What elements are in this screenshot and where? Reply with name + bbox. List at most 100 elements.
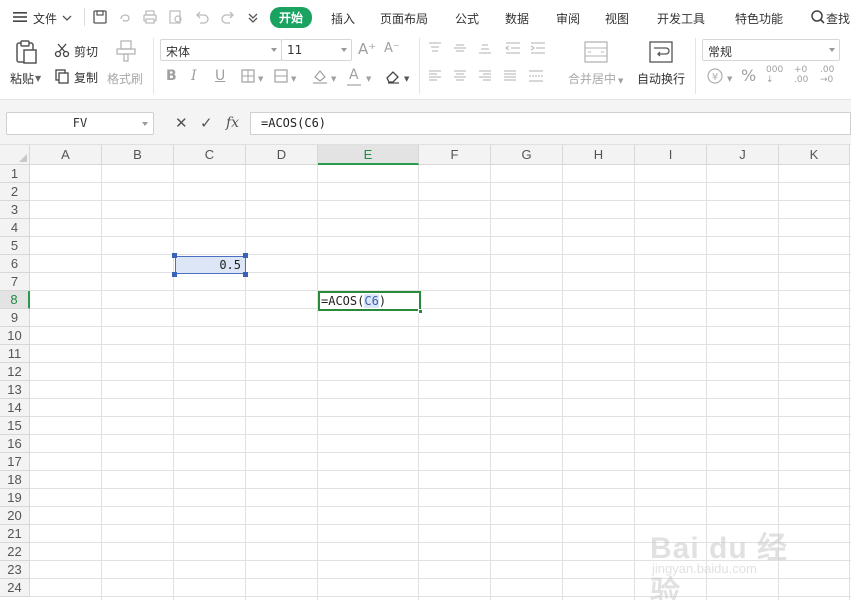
- chevron-down-icon[interactable]: ▼: [35, 71, 41, 87]
- column-header-k[interactable]: K: [779, 145, 850, 165]
- clear-format-icon[interactable]: [384, 68, 402, 84]
- row-header-18[interactable]: 18: [0, 471, 30, 489]
- range-resize-handle[interactable]: [243, 272, 248, 277]
- column-header-d[interactable]: D: [246, 145, 318, 165]
- font-size-select[interactable]: 11: [281, 39, 352, 61]
- search-label[interactable]: 查找: [826, 10, 850, 27]
- range-resize-handle[interactable]: [243, 253, 248, 258]
- chevron-down-icon[interactable]: ▼: [727, 71, 732, 87]
- font-color-icon[interactable]: A: [349, 67, 359, 83]
- wrap-text-icon[interactable]: [648, 40, 674, 64]
- merge-center-button[interactable]: 合并居中: [568, 70, 616, 87]
- column-header-a[interactable]: A: [30, 145, 102, 165]
- column-header-j[interactable]: J: [707, 145, 779, 165]
- row-header-7[interactable]: 7: [0, 273, 30, 291]
- align-bottom-icon[interactable]: [478, 42, 492, 54]
- row-header-1[interactable]: 1: [0, 165, 30, 183]
- decrease-indent-icon[interactable]: [505, 42, 521, 54]
- chevron-down-icon[interactable]: [62, 12, 72, 22]
- tab-insert[interactable]: 插入: [331, 10, 355, 27]
- decrease-decimal-icon[interactable]: .00 →0: [820, 65, 834, 85]
- tab-review[interactable]: 审阅: [556, 10, 580, 27]
- column-header-e[interactable]: E: [318, 145, 419, 165]
- row-header-11[interactable]: 11: [0, 345, 30, 363]
- font-name-select[interactable]: 宋体: [160, 39, 282, 61]
- row-header-5[interactable]: 5: [0, 237, 30, 255]
- distributed-align-icon[interactable]: [528, 70, 544, 82]
- paste-icon[interactable]: [13, 39, 39, 65]
- search-icon[interactable]: [810, 9, 826, 25]
- row-header-4[interactable]: 4: [0, 219, 30, 237]
- row-header-19[interactable]: 19: [0, 489, 30, 507]
- tab-view[interactable]: 视图: [605, 10, 629, 27]
- justify-icon[interactable]: [503, 70, 517, 82]
- chevron-down-icon[interactable]: ▼: [258, 71, 263, 87]
- currency-icon[interactable]: ¥: [706, 67, 724, 85]
- redo-icon[interactable]: [220, 9, 236, 25]
- row-header-20[interactable]: 20: [0, 507, 30, 525]
- print-icon[interactable]: [142, 9, 158, 25]
- row-header-3[interactable]: 3: [0, 201, 30, 219]
- chevron-down-icon[interactable]: ▼: [331, 71, 336, 87]
- row-header-16[interactable]: 16: [0, 435, 30, 453]
- print-preview-icon[interactable]: [168, 9, 184, 25]
- row-header-10[interactable]: 10: [0, 327, 30, 345]
- row-header-2[interactable]: 2: [0, 183, 30, 201]
- chevron-down-icon[interactable]: ▼: [404, 71, 409, 87]
- percent-icon[interactable]: %: [741, 68, 756, 84]
- formula-input[interactable]: =ACOS(C6): [250, 112, 851, 135]
- row-header-22[interactable]: 22: [0, 543, 30, 561]
- column-header-b[interactable]: B: [102, 145, 174, 165]
- row-header-17[interactable]: 17: [0, 453, 30, 471]
- underline-icon[interactable]: U: [215, 68, 225, 84]
- column-header-h[interactable]: H: [563, 145, 635, 165]
- align-top-icon[interactable]: [428, 42, 442, 54]
- bold-icon[interactable]: B: [166, 68, 177, 84]
- wrap-text-button[interactable]: 自动换行: [637, 70, 685, 87]
- number-format-select[interactable]: 常规: [702, 39, 840, 61]
- row-header-15[interactable]: 15: [0, 417, 30, 435]
- chevron-down-icon[interactable]: ▼: [618, 73, 623, 89]
- align-right-icon[interactable]: [478, 70, 492, 82]
- tab-formulas[interactable]: 公式: [455, 10, 479, 27]
- chevron-down-icon[interactable]: ▼: [366, 71, 371, 87]
- row-header-8[interactable]: 8: [0, 291, 30, 309]
- insert-function-icon[interactable]: fx: [226, 114, 239, 132]
- copy-button[interactable]: 复制: [74, 69, 98, 86]
- format-painter-button[interactable]: 格式刷: [107, 70, 143, 87]
- undo-icon[interactable]: [194, 9, 210, 25]
- tab-page-layout[interactable]: 页面布局: [380, 10, 428, 27]
- merge-center-icon[interactable]: [583, 40, 609, 64]
- cell-c6[interactable]: 0.5: [175, 256, 246, 274]
- paste-button[interactable]: 粘贴: [10, 70, 34, 87]
- range-resize-handle[interactable]: [172, 272, 177, 277]
- select-all-corner[interactable]: [0, 145, 30, 165]
- border-icon[interactable]: [240, 68, 256, 84]
- scissors-icon[interactable]: [54, 42, 70, 58]
- confirm-icon[interactable]: ✓: [200, 114, 213, 132]
- row-header-14[interactable]: 14: [0, 399, 30, 417]
- chevron-down-icon[interactable]: ▼: [291, 71, 296, 87]
- align-center-icon[interactable]: [453, 70, 467, 82]
- row-header-6[interactable]: 6: [0, 255, 30, 273]
- copy-icon[interactable]: [54, 68, 70, 84]
- column-header-c[interactable]: C: [174, 145, 246, 165]
- column-header-g[interactable]: G: [491, 145, 563, 165]
- menu-icon[interactable]: [12, 9, 28, 25]
- increase-decimal-icon[interactable]: +0.00: [794, 65, 808, 85]
- row-header-21[interactable]: 21: [0, 525, 30, 543]
- range-resize-handle[interactable]: [172, 253, 177, 258]
- column-header-i[interactable]: I: [635, 145, 707, 165]
- fill-pattern-icon[interactable]: [273, 68, 289, 84]
- row-header-12[interactable]: 12: [0, 363, 30, 381]
- cancel-icon[interactable]: ✕: [175, 114, 188, 132]
- decrease-font-icon[interactable]: A⁻: [384, 41, 400, 57]
- customize-toolbar-icon[interactable]: [245, 9, 261, 25]
- cell-e8[interactable]: =ACOS(C6): [318, 291, 421, 311]
- tab-data[interactable]: 数据: [505, 10, 529, 27]
- row-header-13[interactable]: 13: [0, 381, 30, 399]
- align-middle-icon[interactable]: [453, 42, 467, 54]
- row-header-23[interactable]: 23: [0, 561, 30, 579]
- row-header-9[interactable]: 9: [0, 309, 30, 327]
- tab-special-features[interactable]: 特色功能: [735, 10, 783, 27]
